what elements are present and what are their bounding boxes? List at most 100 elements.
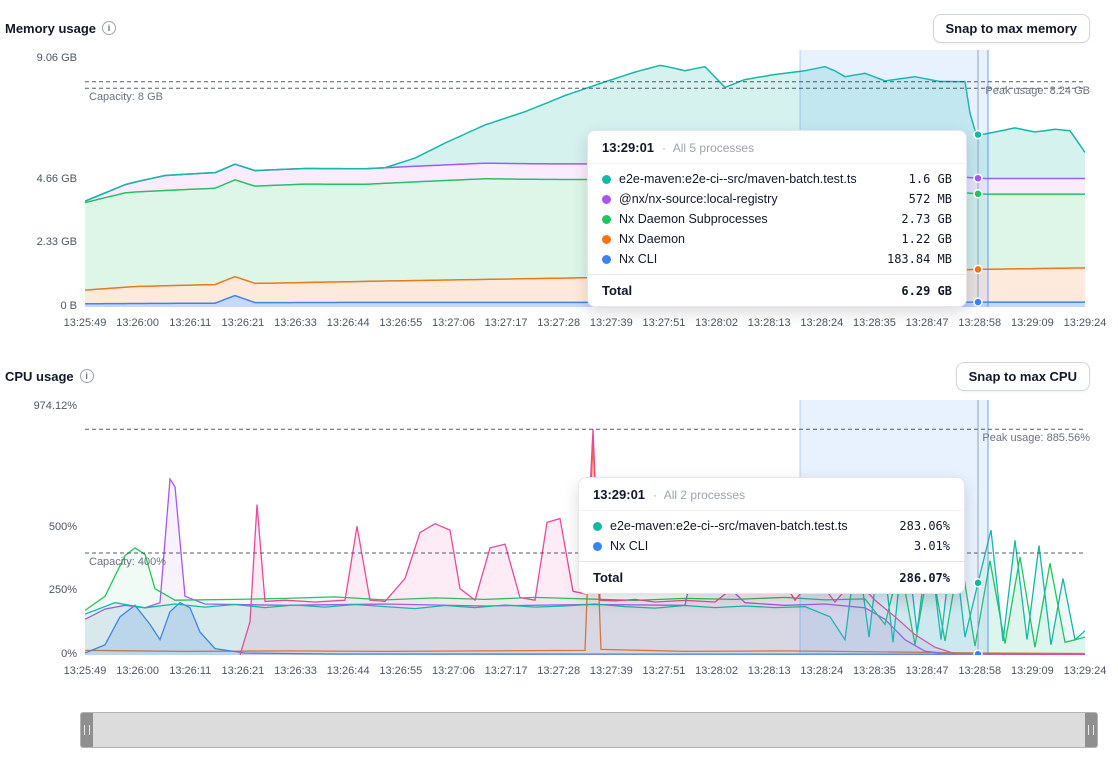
cpu-x-tick-label: 13:27:51 — [643, 665, 686, 677]
cpu-x-tick-label: 13:26:00 — [116, 665, 159, 677]
cpu-x-tick-label: 13:29:24 — [1064, 665, 1107, 677]
cpu-x-tick-label: 13:27:28 — [537, 665, 580, 677]
cpu-peak-label: Peak usage: 885.56% — [982, 432, 1090, 444]
memory-y-tick-label: 2.33 GB — [5, 236, 77, 248]
cpu-tooltip-rows: e2e-maven:e2e-ci--src/maven-batch.test.t… — [579, 511, 964, 561]
memory-page-title: Memory usage — [5, 21, 96, 36]
total-value: 6.29 GB — [901, 284, 952, 298]
process-name: Nx CLI — [610, 539, 906, 553]
process-value: 3.01% — [914, 539, 950, 553]
cpu-y-tick-label: 250% — [5, 584, 77, 596]
cpu-x-tick-label: 13:25:49 — [64, 665, 107, 677]
memory-x-tick-label: 13:27:39 — [590, 317, 633, 329]
snap-to-max-cpu-button[interactable]: Snap to max CPU — [956, 362, 1090, 391]
cpu-y-tick-label: 500% — [5, 521, 77, 533]
cpu-capacity-label: Capacity: 400% — [89, 556, 166, 568]
grip-icon — [1088, 725, 1094, 735]
process-name: Nx Daemon — [619, 232, 893, 246]
memory-x-tick-label: 13:28:58 — [958, 317, 1001, 329]
memory-x-tick-label: 13:28:47 — [906, 317, 949, 329]
memory-x-tick-label: 13:27:28 — [537, 317, 580, 329]
grip-icon — [84, 725, 90, 735]
memory-x-tick-label: 13:26:21 — [221, 317, 264, 329]
profiler-page: Memory usage i Snap to max memory CPU us… — [0, 0, 1118, 761]
total-label: Total — [602, 283, 632, 298]
memory-y-tick-label: 4.66 GB — [5, 173, 77, 185]
process-value: 183.84 MB — [887, 252, 952, 266]
cpu-x-tick-label: 13:28:35 — [853, 665, 896, 677]
cpu-page-title: CPU usage — [5, 369, 74, 384]
tooltip-row: Nx CLI 3.01% — [579, 536, 964, 556]
cpu-x-tick-label: 13:28:13 — [748, 665, 791, 677]
memory-x-tick-label: 13:27:06 — [432, 317, 475, 329]
tooltip-row: Nx Daemon 1.22 GB — [588, 229, 966, 249]
tooltip-row: @nx/nx-source:local-registry 572 MB — [588, 189, 966, 209]
cpu-panel-header: CPU usage i Snap to max CPU — [5, 361, 1090, 391]
cpu-x-tick-label: 13:29:09 — [1011, 665, 1054, 677]
memory-tooltip-total: Total 6.29 GB — [588, 274, 966, 306]
memory-x-tick-label: 13:28:13 — [748, 317, 791, 329]
memory-x-tick-label: 13:26:00 — [116, 317, 159, 329]
memory-x-tick-label: 13:26:33 — [274, 317, 317, 329]
memory-y-tick-label: 9.06 GB — [5, 52, 77, 64]
cpu-x-tick-label: 13:26:11 — [169, 665, 211, 677]
memory-tooltip-header: 13:29:01 · All 5 processes — [588, 131, 966, 164]
cpu-tooltip-header: 13:29:01 · All 2 processes — [579, 478, 964, 511]
cpu-tooltip-total: Total 286.07% — [579, 561, 964, 593]
process-value: 572 MB — [909, 192, 952, 206]
tooltip-row: Nx CLI 183.84 MB — [588, 249, 966, 269]
process-name: @nx/nx-source:local-registry — [619, 192, 901, 206]
series-color-dot — [602, 195, 611, 204]
cpu-info-icon[interactable]: i — [80, 369, 94, 383]
memory-tooltip-rows: e2e-maven:e2e-ci--src/maven-batch.test.t… — [588, 164, 966, 274]
memory-x-tick-label: 13:29:24 — [1064, 317, 1107, 329]
cpu-x-tick-label: 13:28:58 — [958, 665, 1001, 677]
process-value: 2.73 GB — [901, 212, 952, 226]
memory-tooltip: 13:29:01 · All 5 processes e2e-maven:e2e… — [587, 130, 967, 307]
process-name: Nx Daemon Subprocesses — [619, 212, 893, 226]
memory-x-tick-label: 13:26:44 — [327, 317, 370, 329]
memory-capacity-label: Capacity: 8 GB — [89, 91, 163, 103]
brush-right-handle[interactable] — [1085, 713, 1097, 747]
total-label: Total — [593, 570, 623, 585]
memory-title-wrap: Memory usage i — [5, 21, 116, 36]
cpu-x-tick-label: 13:28:47 — [906, 665, 949, 677]
cpu-y-tick-label: 0% — [5, 648, 77, 660]
snap-to-max-memory-button[interactable]: Snap to max memory — [933, 14, 1091, 43]
series-color-dot — [602, 215, 611, 224]
tooltip-row: Nx Daemon Subprocesses 2.73 GB — [588, 209, 966, 229]
memory-x-tick-label: 13:27:17 — [485, 317, 528, 329]
cpu-x-tick-label: 13:28:02 — [695, 665, 738, 677]
tooltip-subtitle: · All 5 processes — [662, 141, 754, 155]
cpu-title-wrap: CPU usage i — [5, 369, 94, 384]
cpu-x-tick-label: 13:27:17 — [485, 665, 528, 677]
process-value: 1.6 GB — [909, 172, 952, 186]
brush-left-handle[interactable] — [81, 713, 93, 747]
memory-y-tick-label: 0 B — [5, 300, 77, 312]
cpu-x-tick-label: 13:26:44 — [327, 665, 370, 677]
memory-x-tick-label: 13:25:49 — [64, 317, 107, 329]
memory-info-icon[interactable]: i — [102, 21, 116, 35]
memory-x-tick-label: 13:29:09 — [1011, 317, 1054, 329]
tooltip-time: 13:29:01 — [593, 487, 645, 502]
series-color-dot — [602, 175, 611, 184]
series-color-dot — [602, 235, 611, 244]
process-value: 283.06% — [899, 519, 950, 533]
cpu-x-tick-label: 13:27:06 — [432, 665, 475, 677]
memory-x-tick-label: 13:28:35 — [853, 317, 896, 329]
process-value: 1.22 GB — [901, 232, 952, 246]
tooltip-time: 13:29:01 — [602, 140, 654, 155]
cpu-x-tick-label: 13:26:33 — [274, 665, 317, 677]
memory-panel-header: Memory usage i Snap to max memory — [5, 13, 1090, 43]
cpu-tooltip: 13:29:01 · All 2 processes e2e-maven:e2e… — [578, 477, 965, 594]
tooltip-row: e2e-maven:e2e-ci--src/maven-batch.test.t… — [588, 169, 966, 189]
memory-peak-label: Peak usage: 8.24 GB — [985, 85, 1090, 97]
cpu-x-tick-label: 13:26:55 — [379, 665, 422, 677]
process-name: Nx CLI — [619, 252, 879, 266]
tooltip-row: e2e-maven:e2e-ci--src/maven-batch.test.t… — [579, 516, 964, 536]
memory-x-tick-label: 13:28:02 — [695, 317, 738, 329]
timeline-brush[interactable] — [80, 712, 1098, 748]
series-color-dot — [593, 542, 602, 551]
process-name: e2e-maven:e2e-ci--src/maven-batch.test.t… — [610, 519, 891, 533]
memory-x-tick-label: 13:27:51 — [643, 317, 686, 329]
